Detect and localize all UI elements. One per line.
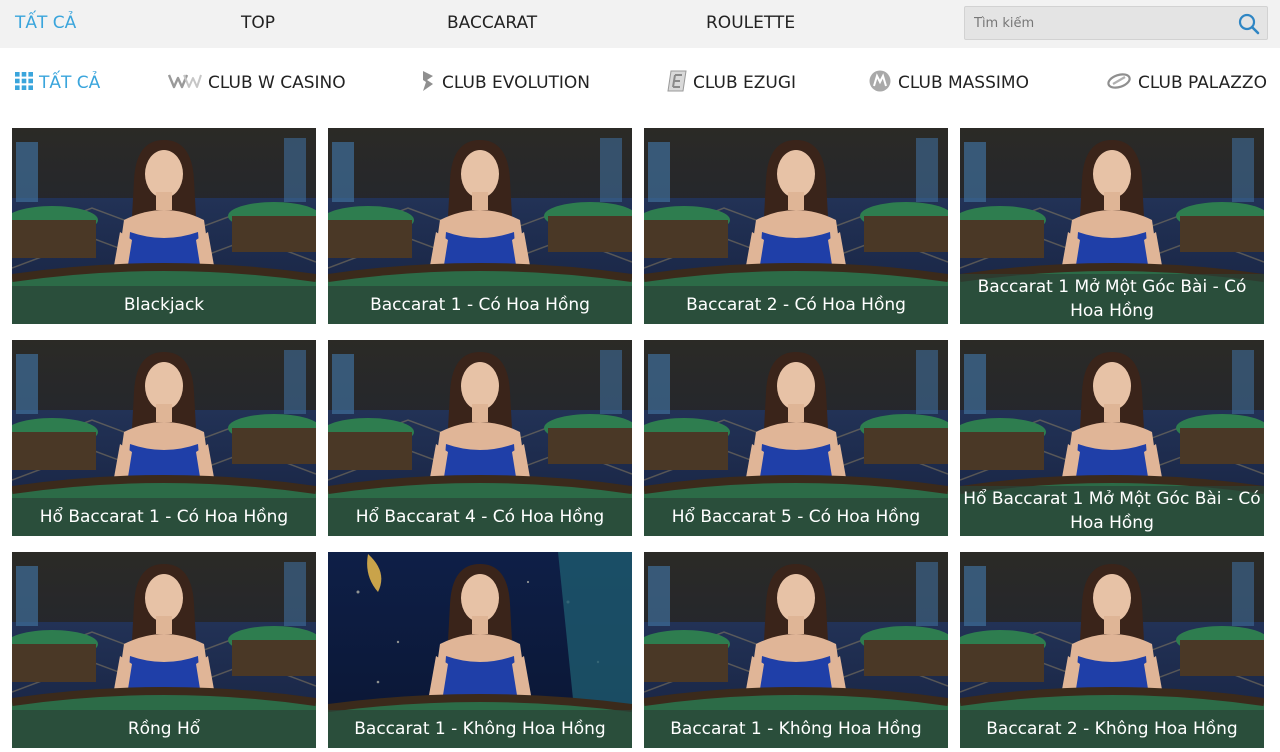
palazzo-logo-icon <box>1106 72 1132 95</box>
top-tab-baccarat[interactable]: BACCARAT <box>447 0 537 48</box>
club-tab-palazzo[interactable]: CLUB PALAZZO <box>1106 48 1267 118</box>
massimo-logo-icon <box>868 69 892 98</box>
club-label: CLUB EVOLUTION <box>442 73 591 93</box>
club-label: CLUB PALAZZO <box>1138 73 1267 93</box>
search-input[interactable] <box>965 7 1225 39</box>
game-card[interactable]: Hổ Baccarat 5 - Có Hoa Hồng <box>644 340 948 536</box>
game-title: Baccarat 1 - Không Hoa Hồng <box>644 710 948 748</box>
game-card[interactable]: Baccarat 1 - Có Hoa Hồng <box>328 128 632 324</box>
game-title: Hổ Baccarat 4 - Có Hoa Hồng <box>328 498 632 536</box>
game-card[interactable]: Baccarat 1 - Không Hoa Hồng <box>328 552 632 748</box>
game-card[interactable]: Blackjack <box>12 128 316 324</box>
club-label: CLUB EZUGI <box>693 73 797 93</box>
ezugi-logo-icon <box>667 70 687 97</box>
top-tab-all[interactable]: TẤT CẢ <box>15 0 76 48</box>
game-title: Baccarat 1 - Không Hoa Hồng <box>328 710 632 748</box>
game-title: Rồng Hổ <box>12 710 316 748</box>
game-title: Baccarat 2 - Có Hoa Hồng <box>644 286 948 324</box>
game-card[interactable]: Hổ Baccarat 1 Mở Một Góc Bài - Có Hoa Hồ… <box>960 340 1264 536</box>
game-title: Hổ Baccarat 1 Mở Một Góc Bài - Có Hoa Hồ… <box>960 486 1264 536</box>
game-card[interactable]: Baccarat 1 - Không Hoa Hồng <box>644 552 948 748</box>
club-tab-ezugi[interactable]: CLUB EZUGI <box>667 48 796 118</box>
club-tab-massimo[interactable]: CLUB MASSIMO <box>868 48 1029 118</box>
game-title: Hổ Baccarat 5 - Có Hoa Hồng <box>644 498 948 536</box>
top-nav: TẤT CẢ TOP BACCARAT ROULETTE <box>0 0 1280 48</box>
evolution-logo-icon <box>420 70 436 97</box>
club-tab-evolution[interactable]: CLUB EVOLUTION <box>420 48 590 118</box>
game-title: Hổ Baccarat 1 - Có Hoa Hồng <box>12 498 316 536</box>
game-card[interactable]: Baccarat 1 Mở Một Góc Bài - Có Hoa Hồng <box>960 128 1264 324</box>
club-tab-w-casino[interactable]: CLUB W CASINO <box>167 48 346 118</box>
grid-icon <box>15 71 33 95</box>
club-tab-all[interactable]: TẤT CẢ <box>15 48 100 118</box>
search-box <box>964 6 1268 40</box>
game-card[interactable]: Hổ Baccarat 4 - Có Hoa Hồng <box>328 340 632 536</box>
game-card[interactable]: Hổ Baccarat 1 - Có Hoa Hồng <box>12 340 316 536</box>
search-icon[interactable] <box>1237 12 1261 36</box>
club-label: CLUB MASSIMO <box>898 73 1029 93</box>
top-tab-roulette[interactable]: ROULETTE <box>706 0 795 48</box>
game-card[interactable]: Baccarat 2 - Không Hoa Hồng <box>960 552 1264 748</box>
w-casino-logo-icon <box>167 73 202 94</box>
club-nav: TẤT CẢ CLUB W CASINO CLUB EVOLUTION CLUB… <box>0 48 1280 118</box>
game-card[interactable]: Baccarat 2 - Có Hoa Hồng <box>644 128 948 324</box>
club-label: CLUB W CASINO <box>208 73 346 93</box>
top-tab-top[interactable]: TOP <box>241 0 275 48</box>
game-title: Baccarat 2 - Không Hoa Hồng <box>960 710 1264 748</box>
club-label: TẤT CẢ <box>39 73 101 93</box>
game-title: Blackjack <box>12 286 316 324</box>
game-card[interactable]: Rồng Hổ <box>12 552 316 748</box>
game-title: Baccarat 1 Mở Một Góc Bài - Có Hoa Hồng <box>960 274 1264 324</box>
game-title: Baccarat 1 - Có Hoa Hồng <box>328 286 632 324</box>
